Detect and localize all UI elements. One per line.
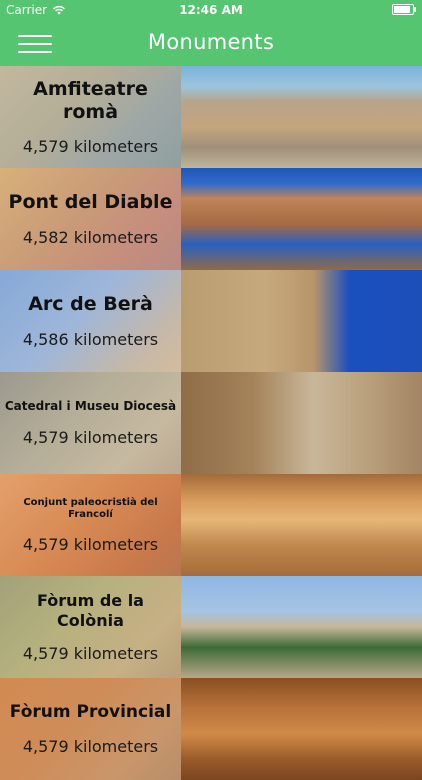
monument-photo (181, 270, 422, 372)
monument-row-arc-de-bera[interactable]: Arc de Berà 4,586 kilometers (0, 270, 422, 372)
monument-row-amfiteatre[interactable]: Amfiteatre romà 4,579 kilometers (0, 66, 422, 168)
monument-text: Conjunt paleocristià del Francolí 4,579 … (0, 474, 181, 576)
monument-name: Arc de Berà (28, 293, 153, 316)
monument-distance: 4,586 kilometers (22, 329, 159, 349)
monument-text: Pont del Diable 4,582 kilometers (0, 168, 181, 270)
monument-name: Fòrum de la Colònia (37, 591, 144, 630)
monument-text: Fòrum Provincial 4,579 kilometers (0, 678, 181, 780)
monument-photo (181, 168, 422, 270)
monument-distance: 4,579 kilometers (22, 643, 159, 663)
battery-indicator (392, 4, 416, 15)
monument-photo (181, 576, 422, 678)
monument-distance: 4,579 kilometers (22, 427, 159, 447)
status-time: 12:46 AM (179, 3, 243, 17)
monument-row-pont-del-diable[interactable]: Pont del Diable 4,582 kilometers (0, 168, 422, 270)
monument-distance: 4,582 kilometers (22, 227, 159, 247)
battery-icon (392, 4, 416, 15)
monument-text: Catedral i Museu Diocesà 4,579 kilometer… (0, 372, 181, 474)
monument-photo (181, 372, 422, 474)
monument-row-forum-provincial[interactable]: Fòrum Provincial 4,579 kilometers (0, 678, 422, 780)
monument-name: Pont del Diable (8, 191, 173, 214)
monument-photo (181, 66, 422, 168)
monument-list: Amfiteatre romà 4,579 kilometers Pont de… (0, 66, 422, 780)
navigation-bar: Monuments (0, 22, 422, 66)
monument-text: Amfiteatre romà 4,579 kilometers (0, 66, 181, 168)
page-title: Monuments (147, 30, 275, 54)
monument-text: Fòrum de la Colònia 4,579 kilometers (0, 576, 181, 678)
monument-name: Catedral i Museu Diocesà (4, 399, 177, 414)
monument-distance: 4,579 kilometers (22, 736, 159, 756)
monument-name: Amfiteatre romà (33, 77, 148, 123)
monument-row-conjunt-paleocristia[interactable]: Conjunt paleocristià del Francolí 4,579 … (0, 474, 422, 576)
monument-row-forum-colonia[interactable]: Fòrum de la Colònia 4,579 kilometers (0, 576, 422, 678)
monument-text: Arc de Berà 4,586 kilometers (0, 270, 181, 372)
monument-row-catedral[interactable]: Catedral i Museu Diocesà 4,579 kilometer… (0, 372, 422, 474)
monument-distance: 4,579 kilometers (22, 534, 159, 554)
monument-name: Fòrum Provincial (9, 702, 172, 723)
monument-photo (181, 678, 422, 780)
monument-name: Conjunt paleocristià del Francolí (23, 496, 158, 520)
status-bar: Carrier 12:46 AM (0, 0, 422, 22)
monument-photo (181, 474, 422, 576)
monument-distance: 4,579 kilometers (22, 137, 159, 157)
